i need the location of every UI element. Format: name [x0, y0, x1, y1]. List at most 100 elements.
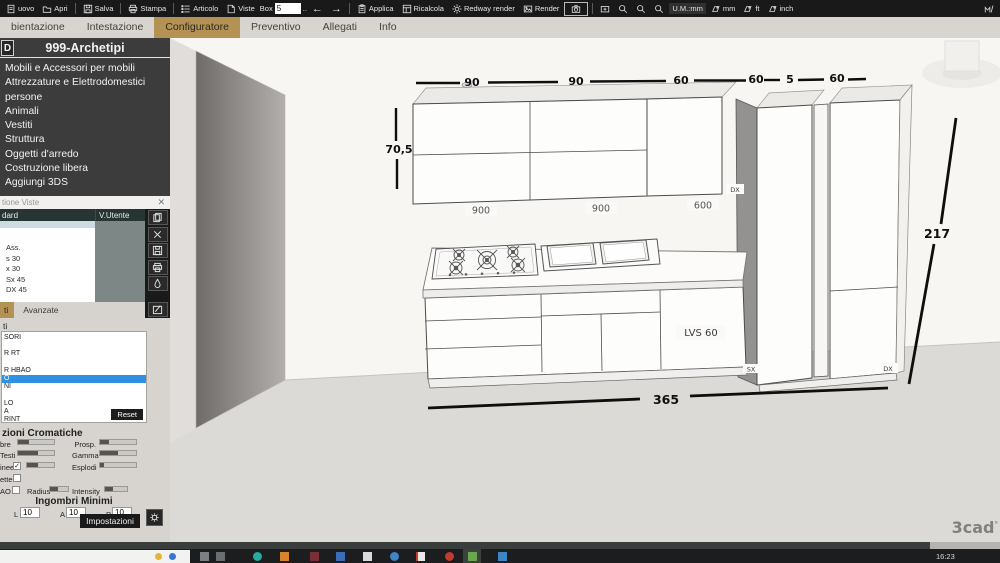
render-style-button[interactable]: [148, 276, 168, 291]
forward-arrow-button[interactable]: →: [328, 3, 345, 15]
taskbar-clock[interactable]: 16:23: [936, 552, 955, 561]
back-arrow-button[interactable]: ←: [309, 3, 326, 15]
sidebar-item-vestiti[interactable]: Vestiti: [0, 119, 170, 133]
preset-row[interactable]: R RT: [2, 350, 146, 358]
taskbar-app-icon-7[interactable]: [363, 552, 372, 561]
image-icon: [523, 4, 533, 14]
fit-view-button[interactable]: [597, 3, 613, 15]
edit-view-button[interactable]: [148, 302, 168, 317]
recalculate-button[interactable]: Ricalcola: [399, 3, 447, 15]
view-row[interactable]: Ass.: [0, 243, 95, 254]
taskbar-app-icon-12[interactable]: [498, 552, 507, 561]
print-button[interactable]: Stampa: [125, 3, 169, 15]
taskbar-active-app[interactable]: [463, 549, 481, 563]
sidebar-item-struttura[interactable]: Struttura: [0, 133, 170, 147]
preset-row-selected[interactable]: O: [2, 375, 146, 383]
taskbar-app-icon-9[interactable]: [416, 552, 425, 561]
preset-row[interactable]: [2, 391, 146, 399]
tall-unit-60-left[interactable]: [757, 105, 812, 385]
preset-row[interactable]: [2, 342, 146, 350]
reset-button[interactable]: Reset: [111, 409, 143, 420]
delete-view-button[interactable]: [148, 227, 168, 242]
etichette-checkbox[interactable]: [13, 474, 21, 482]
settings-button[interactable]: Impostazioni: [80, 514, 140, 528]
zoom-in-button[interactable]: [615, 3, 631, 15]
unit-inch-button[interactable]: inch: [765, 3, 797, 15]
print-view-button[interactable]: [148, 260, 168, 275]
taskbar-app-icon-6[interactable]: [336, 552, 345, 561]
apply-button[interactable]: Applica: [354, 3, 397, 15]
tab-info[interactable]: Info: [368, 17, 408, 38]
save-view-button[interactable]: [148, 243, 168, 258]
render-button[interactable]: Render: [520, 3, 563, 15]
sidebar-item-attrezzature[interactable]: Attrezzature e Elettrodomestici: [0, 76, 170, 90]
taskbar-app-icon-3[interactable]: [253, 552, 262, 561]
preset-row[interactable]: [2, 359, 146, 367]
gear-button[interactable]: [146, 509, 163, 526]
sidebar-item-animali[interactable]: Animali: [0, 105, 170, 119]
preset-row[interactable]: SORI: [2, 334, 146, 342]
esplodi-slider[interactable]: [99, 462, 137, 468]
user-views-area: [95, 221, 145, 302]
tab-avanzate[interactable]: Avanzate: [14, 302, 67, 318]
sidebar-item-persone[interactable]: persone: [0, 91, 170, 105]
gas-cooktop[interactable]: [432, 244, 538, 279]
app-logo-button[interactable]: [981, 3, 997, 15]
view-row[interactable]: Sx 45: [0, 275, 95, 286]
unit-mm-button[interactable]: mm: [708, 3, 739, 15]
tab-allegati[interactable]: Allegati: [312, 17, 368, 38]
tall-unit-60-right[interactable]: [830, 100, 900, 379]
new-button[interactable]: uovo: [3, 3, 37, 15]
taskbar-app-icon-5[interactable]: [310, 552, 319, 561]
taskbar-app-icon-2[interactable]: [216, 552, 225, 561]
tab-preventivo[interactable]: Preventivo: [240, 17, 312, 38]
taskbar-app-icon-4[interactable]: [280, 552, 289, 561]
view-row[interactable]: x 30: [0, 264, 95, 275]
preset-row[interactable]: LO: [2, 400, 146, 408]
sidebar-item-oggetti[interactable]: Oggetti d'arredo: [0, 148, 170, 162]
viewport-3d[interactable]: 90 90 60 60 5 60 70,5 217 365 900 900 60…: [170, 38, 1000, 542]
views-button[interactable]: Viste: [223, 3, 258, 15]
testi-slider[interactable]: [17, 450, 55, 456]
tab-current[interactable]: ti: [0, 302, 14, 318]
wall-cabinet-600[interactable]: [647, 97, 722, 196]
dim-l-input[interactable]: [20, 507, 40, 518]
tab-configuratore[interactable]: Configuratore: [154, 17, 240, 38]
radius-slider[interactable]: [49, 486, 69, 492]
tab-intestazione[interactable]: Intestazione: [76, 17, 155, 38]
article-button[interactable]: Articolo: [178, 3, 221, 15]
catalog-icon[interactable]: D: [1, 40, 14, 56]
taskbar-app-icon-8[interactable]: [390, 552, 399, 561]
view-row[interactable]: s 30: [0, 254, 95, 265]
linee-slider[interactable]: [26, 462, 55, 468]
unit-ft-button[interactable]: ft: [740, 3, 762, 15]
open-button[interactable]: Apri: [39, 3, 70, 15]
prospettiva-slider[interactable]: [99, 439, 137, 445]
zoom-out-button[interactable]: [651, 3, 667, 15]
box-input[interactable]: [275, 3, 301, 14]
filler-5[interactable]: [814, 104, 828, 377]
tab-ambientazione[interactable]: bientazione: [0, 17, 76, 38]
linee-checkbox[interactable]: ✓: [13, 462, 21, 470]
snapshot-button[interactable]: [564, 2, 588, 16]
ao-checkbox[interactable]: [12, 486, 20, 494]
preset-row[interactable]: R HBAO: [2, 367, 146, 375]
preset-row[interactable]: NI: [2, 383, 146, 391]
taskbar-search-input[interactable]: [0, 550, 190, 563]
redway-render-button[interactable]: Redway render: [449, 3, 518, 15]
taskbar-app-icon-1[interactable]: [200, 552, 209, 561]
taskbar-app-icon-10[interactable]: [445, 552, 454, 561]
sidebar-item-mobili[interactable]: Mobili e Accessori per mobili: [0, 62, 170, 76]
sidebar-item-aggiungi-3ds[interactable]: Aggiungi 3DS: [0, 176, 170, 190]
copy-view-button[interactable]: [148, 210, 168, 225]
app-window: 90 90 60 60 5 60 70,5 217 365 900 900 60…: [0, 0, 1000, 563]
save-button[interactable]: Salva: [80, 3, 117, 15]
sidebar-item-costruzione[interactable]: Costruzione libera: [0, 162, 170, 176]
views-selected-row[interactable]: [0, 221, 95, 228]
view-row[interactable]: DX 45: [0, 285, 95, 296]
zoom-window-button[interactable]: [633, 3, 649, 15]
close-icon[interactable]: ✕: [157, 197, 165, 208]
intensity-slider[interactable]: [104, 486, 128, 492]
gamma-slider[interactable]: [99, 450, 137, 456]
ombre-slider[interactable]: [17, 439, 55, 445]
